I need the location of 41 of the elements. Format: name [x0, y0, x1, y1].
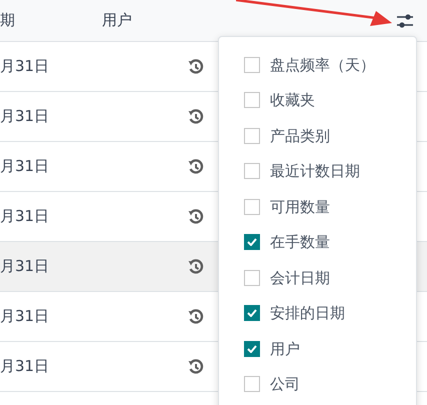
checkbox[interactable] — [244, 56, 260, 73]
checkbox[interactable] — [244, 198, 260, 215]
checkbox[interactable] — [244, 376, 260, 392]
history-icon[interactable] — [188, 108, 204, 124]
column-header[interactable]: 用户 — [102, 9, 132, 32]
date-cell-text: 月31日 — [0, 56, 50, 78]
column-header[interactable]: 期 — [0, 9, 102, 32]
menu-item-label: 安排的日期 — [270, 303, 345, 324]
date-cell-text: 月31日 — [0, 206, 50, 228]
checkbox[interactable] — [244, 305, 260, 322]
date-cell-text: 月31日 — [0, 156, 50, 178]
date-cell-text: 月31日 — [0, 106, 50, 128]
history-icon[interactable] — [188, 358, 204, 374]
history-icon[interactable] — [188, 208, 204, 224]
checkbox[interactable] — [244, 163, 260, 180]
menu-item[interactable]: 可用数量 — [219, 189, 416, 224]
history-icon[interactable] — [188, 58, 204, 74]
checkbox[interactable] — [244, 340, 260, 357]
date-cell-text: 月31日 — [0, 306, 50, 328]
check-icon — [247, 238, 257, 246]
checkbox[interactable] — [244, 234, 260, 250]
checkbox[interactable] — [244, 92, 260, 108]
date-cell-text: 月31日 — [0, 256, 50, 278]
menu-item-label: 可用数量 — [270, 196, 330, 218]
checkbox[interactable] — [244, 270, 260, 286]
menu-item[interactable]: 盘点频率（天） — [219, 47, 416, 82]
date-cell-text: 月31日 — [0, 356, 50, 378]
checkbox[interactable] — [244, 128, 260, 144]
menu-item-label: 盘点频率（天） — [270, 54, 375, 76]
settings-sliders-icon[interactable] — [396, 12, 414, 28]
menu-item-label: 最近计数日期 — [270, 161, 360, 182]
menu-item-label: 公司 — [270, 374, 300, 395]
history-icon[interactable] — [188, 308, 204, 324]
menu-item[interactable]: 安排的日期 — [219, 296, 416, 331]
menu-item[interactable]: 最近计数日期 — [219, 154, 416, 189]
history-icon[interactable] — [188, 258, 204, 274]
check-icon — [247, 344, 257, 353]
menu-item-label: 会计日期 — [270, 268, 330, 288]
check-icon — [247, 309, 257, 318]
menu-item-label: 收藏夹 — [270, 90, 315, 111]
history-icon[interactable] — [188, 158, 204, 174]
